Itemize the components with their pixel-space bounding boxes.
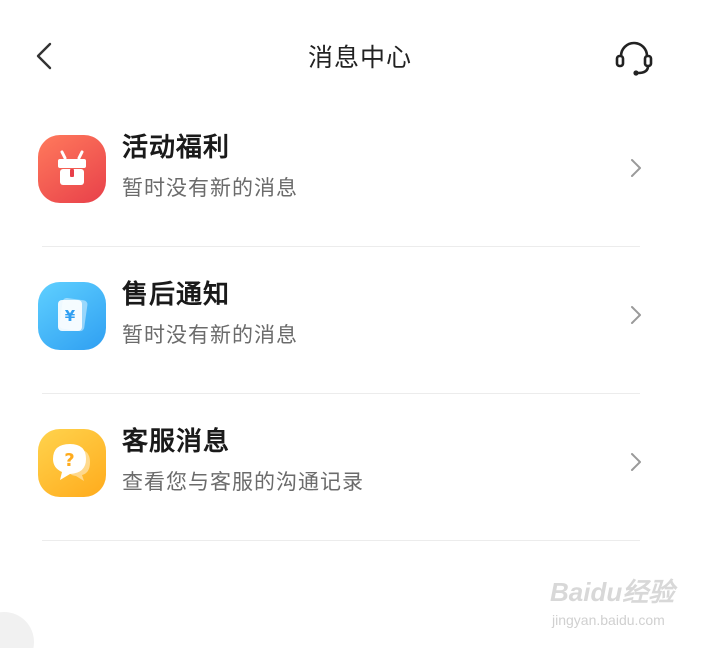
headset-icon: [615, 41, 653, 76]
message-item-title: 活动福利: [122, 133, 231, 163]
message-item-title: 售后通知: [122, 280, 231, 310]
message-item-subtitle: 查看您与客服的沟通记录: [122, 470, 364, 494]
svg-text:¥: ¥: [65, 307, 76, 325]
message-item-customer-service[interactable]: ? 客服消息 查看您与客服的沟通记录: [0, 394, 720, 541]
divider: [42, 540, 640, 541]
top-bar: 消息中心: [0, 0, 720, 112]
chevron-right-icon: [631, 453, 641, 471]
message-item-after-sales[interactable]: ¥ 售后通知 暂时没有新的消息: [0, 247, 720, 394]
chevron-right-icon: [631, 159, 641, 177]
floating-corner-shape: [0, 612, 34, 648]
watermark-logo: Baidu经验: [550, 577, 675, 607]
gift-icon: [38, 135, 106, 203]
message-item-title: 客服消息: [122, 427, 231, 457]
message-category-list: 活动福利 暂时没有新的消息 ¥ 售后通知 暂时没有新的消息 ? 客服消息 查看您…: [0, 100, 720, 541]
message-item-subtitle: 暂时没有新的消息: [122, 176, 298, 200]
yuan-document-icon: ¥: [38, 282, 106, 350]
chevron-right-icon: [631, 306, 641, 324]
svg-text:?: ?: [64, 450, 74, 471]
customer-service-button[interactable]: [612, 36, 656, 80]
message-item-activity[interactable]: 活动福利 暂时没有新的消息: [0, 100, 720, 247]
message-item-subtitle: 暂时没有新的消息: [122, 323, 298, 347]
watermark-url: jingyan.baidu.com: [552, 612, 665, 628]
watermark: Baidu经验 jingyan.baidu.com: [550, 572, 690, 632]
question-chat-icon: ?: [38, 429, 106, 497]
